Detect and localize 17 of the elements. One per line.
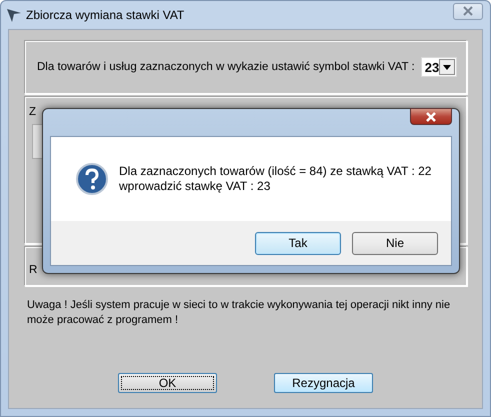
warning-text: Uwaga ! Jeśli system pracuje w sieci to w trakcie wykonywania tej operacji nikt inny nie może pracować z programem ! — [27, 298, 452, 328]
close-icon — [461, 6, 475, 16]
vat-symbol-label: Dla towarów i usług zaznaczonych w wykazie ustawić symbol stawki VAT : — [37, 61, 415, 73]
ok-button[interactable]: OK — [118, 373, 217, 393]
close-icon — [425, 112, 437, 122]
question-icon — [76, 163, 108, 195]
no-button[interactable]: Nie — [352, 232, 438, 254]
app-icon — [6, 7, 22, 23]
message-text: Dla zaznaczonych towarów (ilość = 84) ze stawką VAT : 22 — [119, 164, 432, 179]
yes-button[interactable]: Tak — [255, 232, 341, 254]
close-button[interactable] — [410, 108, 452, 125]
window-title: Zbiorcza wymiana stawki VAT — [26, 8, 184, 22]
section-label: Z — [29, 106, 36, 118]
section-label: R — [29, 264, 38, 276]
cancel-button[interactable]: Rezygnacja — [274, 373, 373, 393]
message-text: wprowadzić stawkę VAT : 23 — [119, 179, 272, 194]
vat-symbol-dropdown[interactable]: 23 — [420, 57, 458, 77]
